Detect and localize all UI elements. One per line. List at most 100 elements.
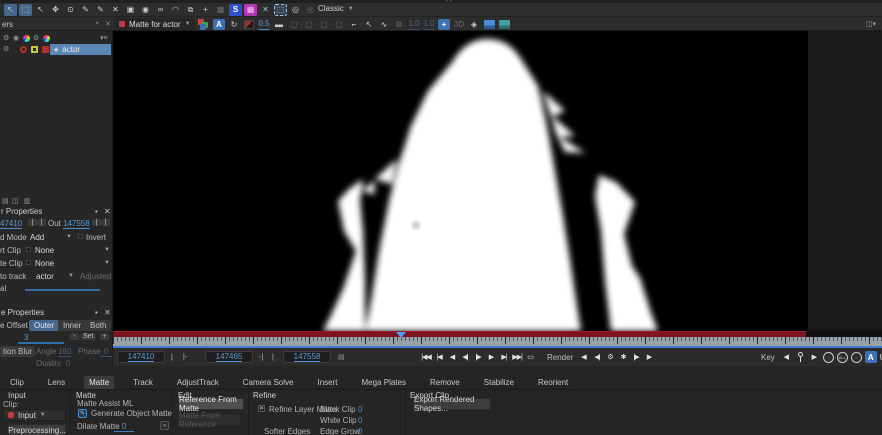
tab-remove[interactable]: Remove: [425, 376, 465, 389]
stabilize-view-icon[interactable]: S: [229, 4, 242, 16]
reference-from-matte-button[interactable]: Reference From Matte: [178, 398, 244, 410]
offset-both-button[interactable]: Both: [85, 320, 111, 331]
layer-row-actor[interactable]: ★ actor: [50, 44, 111, 55]
dilate-link-icon[interactable]: ∞: [160, 421, 169, 430]
render-cache-button[interactable]: ✱: [617, 351, 629, 363]
dilate-matte-value[interactable]: 0: [114, 422, 134, 432]
screen-view-icon[interactable]: ▬: [273, 19, 285, 30]
tab-lens[interactable]: Lens: [43, 376, 70, 389]
in-open-button[interactable]: |: [169, 351, 175, 363]
grid-icon[interactable]: ▦: [214, 4, 227, 16]
insert-clip-value[interactable]: None: [35, 246, 54, 255]
tab-clip[interactable]: Clip: [5, 376, 29, 389]
gear-icon[interactable]: ⚙: [393, 19, 405, 30]
matte-opacity-value[interactable]: 0.5: [258, 19, 270, 30]
phase-value[interactable]: 0: [100, 347, 112, 357]
overlay-icon-4[interactable]: ▢: [333, 19, 345, 30]
step-forward-button[interactable]: |▶: [472, 351, 484, 363]
cursor-info-icon[interactable]: ↖: [363, 19, 375, 30]
tab-mega-plates[interactable]: Mega Plates: [357, 376, 411, 389]
panel-layout-icon-1[interactable]: ▤: [2, 197, 9, 205]
image-view-a-icon[interactable]: [483, 19, 495, 30]
render-step-back-button[interactable]: ◀|: [591, 351, 603, 363]
tab-adjusttrack[interactable]: AdjustTrack: [172, 376, 224, 389]
zoom-tool[interactable]: ⊙: [64, 4, 77, 16]
selection-box-icon[interactable]: ⬚: [274, 4, 287, 16]
add-point-tool[interactable]: ↖: [34, 4, 47, 16]
add-point-bspline-tool[interactable]: ✎: [94, 4, 107, 16]
next-key-button[interactable]: ▶: [808, 351, 820, 363]
loop-button[interactable]: ▭: [524, 351, 536, 363]
input-clip-dropdown[interactable]: Input ▼: [3, 409, 66, 421]
gem-icon[interactable]: ◈: [468, 19, 480, 30]
chevron-down-icon[interactable]: ▼: [66, 234, 72, 240]
out-open-button[interactable]: |: [270, 351, 276, 363]
scale-value[interactable]: 1.0: [423, 19, 435, 30]
create-ellipse-spline-tool[interactable]: ◉: [139, 4, 152, 16]
layers-lock-icon[interactable]: ◉: [13, 34, 19, 42]
workspace-dropdown[interactable]: Classic ▼: [318, 4, 354, 13]
out-frame-field[interactable]: 147558: [283, 351, 331, 363]
layer-spline-color-chip[interactable]: [31, 46, 38, 55]
layer-colors-icon[interactable]: [198, 19, 210, 30]
prev-keyframe-button[interactable]: |◀: [433, 351, 445, 363]
uberkey-all-icon[interactable]: ALL: [837, 352, 848, 363]
panel-close-icon[interactable]: ✕: [104, 207, 111, 216]
panel-dock-icon[interactable]: ▪: [96, 20, 98, 27]
overlay-icon-2[interactable]: ▢: [303, 19, 315, 30]
motion-blur-button[interactable]: tion Blur: [0, 346, 35, 357]
set-in-button[interactable]: |-: [181, 351, 189, 363]
offset-minus-button[interactable]: -: [70, 333, 79, 340]
add-point-xspline-tool[interactable]: ✎: [79, 4, 92, 16]
corner-pin-icon[interactable]: ⌐: [348, 19, 360, 30]
layers-colorwheel2-icon[interactable]: [43, 35, 50, 44]
view-clip-dropdown[interactable]: Matte for actor ▼: [115, 18, 195, 30]
chevron-down-icon[interactable]: ▼: [104, 247, 110, 253]
chevron-down-icon[interactable]: ▼: [68, 273, 74, 279]
edge-grow-value[interactable]: 0: [358, 427, 362, 435]
render-step-forward-button[interactable]: |▶: [630, 351, 642, 363]
edge-offset-slider[interactable]: [18, 342, 64, 344]
create-rect-spline-tool[interactable]: ▣: [124, 4, 137, 16]
panel-dock-icon[interactable]: ▪: [95, 207, 98, 216]
matte-clip-value[interactable]: None: [35, 259, 54, 268]
layers-menu-icon[interactable]: ▾≡: [100, 34, 108, 42]
panel-close-icon[interactable]: ✕: [105, 20, 111, 28]
tab-insert[interactable]: Insert: [312, 376, 342, 389]
out-bracket-button[interactable]: |: [92, 219, 101, 226]
tab-reorient[interactable]: Reorient: [533, 376, 573, 389]
target-icon[interactable]: ◎: [289, 4, 302, 16]
al-slider[interactable]: [25, 289, 100, 291]
split-view-icon[interactable]: +: [438, 19, 450, 30]
target-disabled-icon[interactable]: ◎: [304, 4, 317, 16]
key-icon[interactable]: [795, 352, 805, 362]
matte-view-icon[interactable]: [243, 19, 255, 30]
go-to-start-button[interactable]: |◀◀: [420, 351, 432, 363]
stereo-3d-icon[interactable]: 3D: [453, 19, 465, 30]
layer-matte-color-chip[interactable]: [42, 46, 49, 55]
open-spline-tool[interactable]: ◠: [169, 4, 182, 16]
snap-corners-icon[interactable]: ✕: [259, 4, 272, 16]
play-reverse-button[interactable]: ◀: [446, 351, 458, 363]
render-reverse-button[interactable]: ◀·: [578, 351, 590, 363]
black-clip-value[interactable]: 0: [358, 405, 362, 414]
refine-layer-matte-checkbox[interactable]: ✕: [258, 405, 265, 412]
prev-key-button[interactable]: ◀: [780, 351, 792, 363]
overlay-icon-3[interactable]: ▢: [318, 19, 330, 30]
tab-stabilize[interactable]: Stabilize: [479, 376, 519, 389]
layer-visibility-icon[interactable]: [20, 46, 27, 55]
marquee-select-tool[interactable]: ⬚: [19, 4, 32, 16]
pan-tool[interactable]: ✥: [49, 4, 62, 16]
panel-layout-icon-3[interactable]: ▥: [24, 197, 31, 205]
uberkey-next-icon[interactable]: ◌: [851, 352, 862, 363]
autokey-button[interactable]: A: [865, 351, 877, 363]
matte-from-reference-button[interactable]: Matte From Reference: [178, 414, 240, 426]
offset-set-button[interactable]: Set: [81, 333, 96, 340]
panel-dock-icon[interactable]: ▪: [95, 308, 98, 317]
waveform-icon[interactable]: ∿: [378, 19, 390, 30]
tab-matte[interactable]: Matte: [84, 376, 114, 389]
link-tool[interactable]: ∞: [154, 4, 167, 16]
transform-tool[interactable]: ⧉: [184, 4, 197, 16]
set-out-button[interactable]: -|: [257, 351, 265, 363]
out-frame-value[interactable]: 147558: [63, 219, 90, 229]
